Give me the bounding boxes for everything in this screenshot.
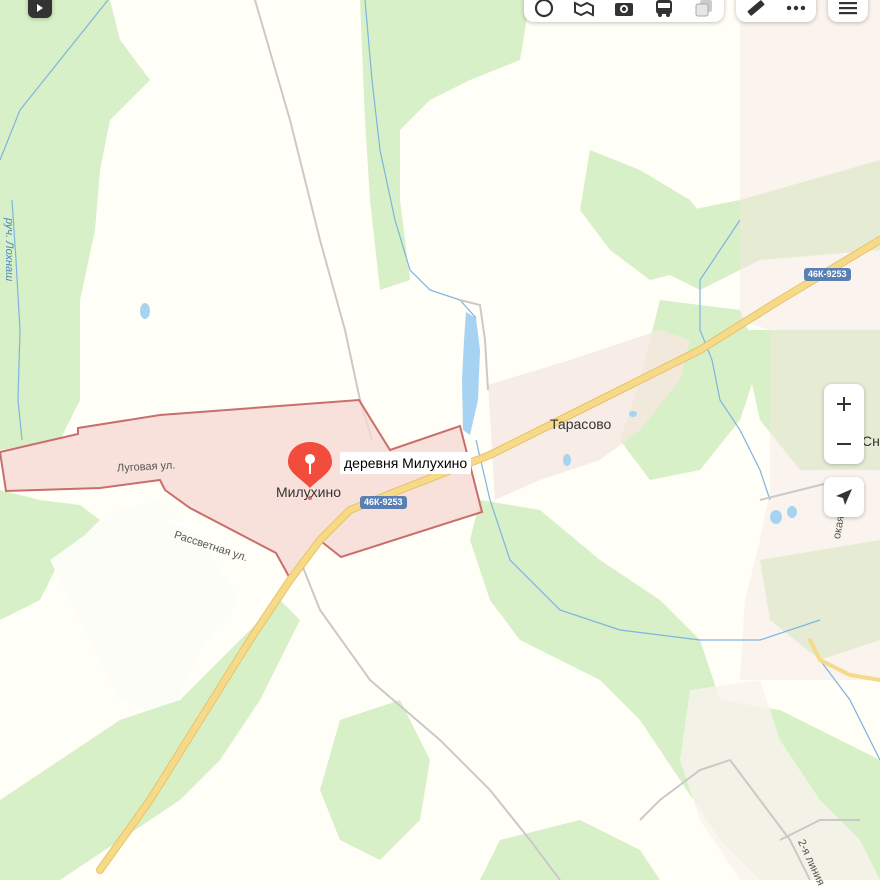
locate-button[interactable] bbox=[824, 477, 864, 517]
transport-icon bbox=[656, 0, 672, 17]
stream-label: руч. Лохнаш bbox=[3, 218, 15, 282]
ruler-icon bbox=[747, 0, 765, 16]
zoom-control bbox=[824, 384, 864, 464]
map-canvas[interactable] bbox=[0, 0, 880, 880]
menu-button[interactable] bbox=[828, 0, 868, 22]
village-label-partial: Сня bbox=[862, 433, 880, 449]
layers-toolbar bbox=[524, 0, 724, 22]
road-shield-lower: 46К-9253 bbox=[360, 496, 407, 509]
more-button[interactable] bbox=[776, 0, 816, 19]
village-label-milukhino: Милухино bbox=[276, 484, 341, 500]
layers-icon bbox=[695, 0, 712, 17]
tools-panel bbox=[736, 0, 816, 22]
ruler-button[interactable] bbox=[736, 0, 776, 19]
camera-icon bbox=[615, 3, 633, 16]
photo-button[interactable] bbox=[604, 0, 644, 19]
selected-place-label: деревня Милухино bbox=[340, 452, 472, 474]
zoom-out-button[interactable] bbox=[824, 424, 864, 464]
locate-arrow-icon bbox=[836, 489, 852, 505]
panorama-icon bbox=[574, 1, 594, 17]
traffic-icon bbox=[534, 0, 554, 18]
zoom-in-button[interactable] bbox=[824, 384, 864, 424]
more-icon bbox=[786, 5, 806, 11]
transport-button[interactable] bbox=[644, 0, 684, 19]
village-label-tarasovo: Тарасово bbox=[550, 416, 612, 432]
minus-icon bbox=[837, 443, 851, 445]
play-button[interactable] bbox=[28, 0, 52, 18]
menu-icon bbox=[839, 2, 857, 15]
play-icon bbox=[37, 4, 43, 12]
traffic-button[interactable] bbox=[524, 0, 564, 19]
panorama-button[interactable] bbox=[564, 0, 604, 19]
plus-icon bbox=[837, 397, 851, 411]
road-shield-upper: 46К-9253 bbox=[804, 268, 851, 281]
layers-button[interactable] bbox=[684, 0, 724, 19]
